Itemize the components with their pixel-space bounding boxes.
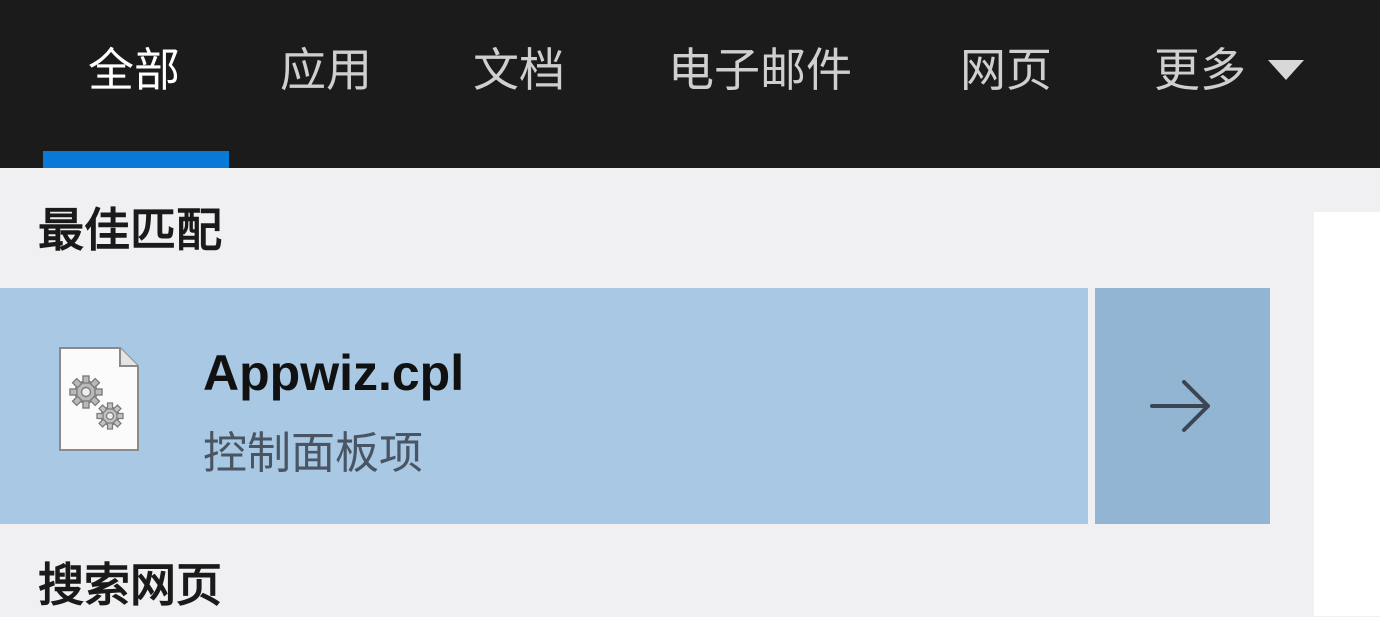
tab-more-label: 更多 (1154, 43, 1246, 97)
tab-all[interactable]: 全部 (88, 38, 180, 102)
caret-down-icon (1268, 59, 1304, 80)
preview-pane (1314, 212, 1380, 616)
result-title: Appwiz.cpl (203, 345, 465, 401)
active-tab-indicator (43, 151, 229, 168)
arrow-right-icon (1150, 380, 1210, 432)
best-match-result[interactable] (0, 288, 1088, 524)
tab-apps[interactable]: 应用 (280, 38, 372, 102)
tab-email[interactable]: 电子邮件 (668, 38, 852, 102)
result-subtitle: 控制面板项 (203, 428, 423, 479)
best-match-heading: 最佳匹配 (38, 203, 222, 257)
tab-web[interactable]: 网页 (960, 38, 1052, 102)
web-search-heading: 搜索网页 (38, 558, 222, 612)
tab-more[interactable]: 更多 (1154, 38, 1304, 102)
control-panel-file-icon (59, 347, 139, 451)
tab-documents[interactable]: 文档 (473, 38, 565, 102)
search-tab-bar: 全部 应用 文档 电子邮件 网页 更多 (0, 0, 1380, 168)
